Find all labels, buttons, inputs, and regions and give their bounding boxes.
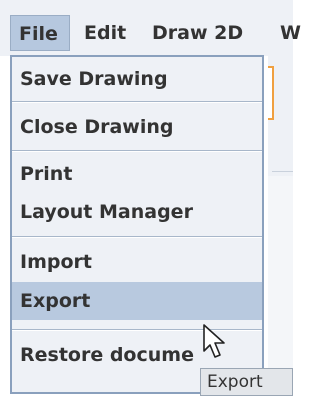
menu-separator	[12, 150, 262, 152]
menu-item-save-drawing[interactable]: Save Drawing	[12, 60, 262, 98]
menu-item-print[interactable]: Print	[12, 155, 262, 193]
menu-draw-2d[interactable]: Draw 2D	[144, 15, 251, 51]
menu-edit[interactable]: Edit	[76, 15, 134, 51]
menu-separator	[12, 236, 262, 238]
menu-bar: File Edit Draw 2D W	[0, 0, 301, 56]
background-panel	[268, 176, 293, 394]
menu-file[interactable]: File	[10, 15, 70, 51]
background-divider	[272, 171, 293, 172]
menu-item-export[interactable]: Export	[12, 282, 262, 320]
tooltip: Export	[200, 368, 293, 396]
menu-separator	[12, 101, 262, 103]
menu-item-close-drawing[interactable]: Close Drawing	[12, 108, 262, 146]
menu-item-layout-manager[interactable]: Layout Manager	[12, 193, 262, 231]
focused-field-edge	[268, 66, 274, 120]
background-window	[268, 56, 293, 394]
menu-w[interactable]: W	[272, 15, 309, 51]
arrow-cursor-icon	[203, 324, 225, 358]
menu-item-import[interactable]: Import	[12, 243, 262, 281]
